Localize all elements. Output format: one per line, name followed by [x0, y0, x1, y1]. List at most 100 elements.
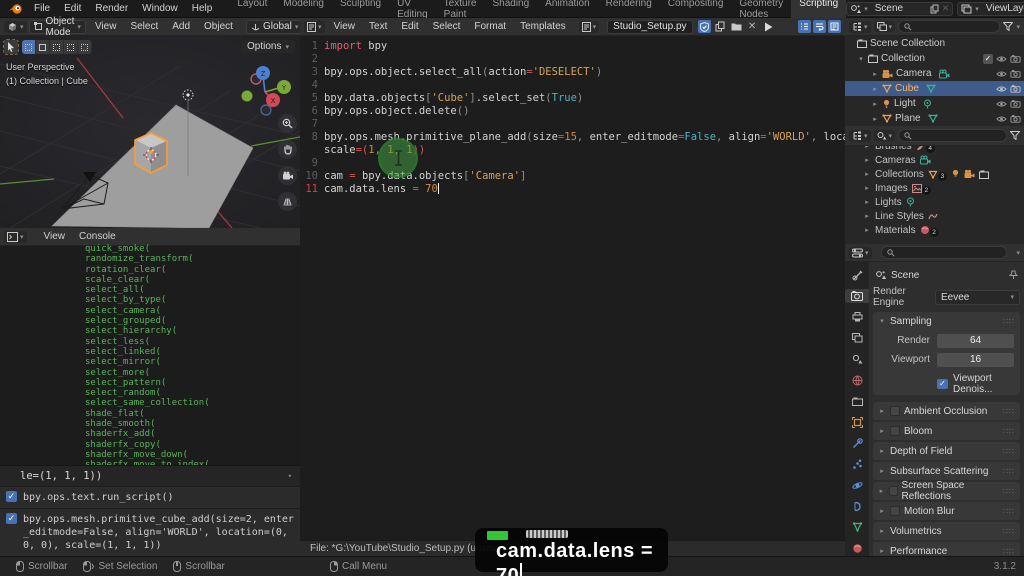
autocomplete-item[interactable]: shaderfx_move_down(: [85, 450, 300, 460]
disclosure-triangle[interactable]: ▸: [863, 170, 871, 178]
disclosure-triangle[interactable]: ▸: [871, 115, 879, 123]
select-tool-button[interactable]: [4, 40, 18, 54]
render-samples-field[interactable]: 64: [937, 334, 1014, 348]
autocomplete-item[interactable]: select_linked(: [85, 347, 300, 357]
autocomplete-item[interactable]: randomize_transform(: [85, 254, 300, 264]
report-row[interactable]: ✓ bpy.ops.mesh.primitive_cube_add(size=2…: [0, 509, 300, 556]
viewport-menu-item[interactable]: Object: [197, 20, 240, 33]
viewport-samples-field[interactable]: 16: [937, 353, 1014, 367]
autocomplete-item[interactable]: select_grouped(: [85, 316, 300, 326]
orientation-selector[interactable]: Global ▾: [246, 20, 303, 34]
panel-header[interactable]: ▸ Volumetrics ∷∷: [873, 522, 1020, 540]
properties-search[interactable]: [881, 246, 1008, 259]
disclosure-triangle[interactable]: ▾: [857, 55, 865, 63]
outliner-row-camera[interactable]: ▸ Camera: [845, 66, 1024, 81]
blendfile-row-collections[interactable]: ▸ Collections 3: [845, 167, 1024, 181]
code-line[interactable]: 7: [300, 118, 845, 131]
code-line[interactable]: 1 import bpy: [300, 40, 845, 53]
toggle-perspective-icon[interactable]: [278, 192, 297, 211]
autocomplete-item[interactable]: quick_smoke(: [85, 244, 300, 254]
outliner-row-cube[interactable]: ▸ Cube: [845, 81, 1024, 96]
drag-grip-icon[interactable]: ∷∷: [1003, 467, 1015, 476]
editor-type-selector[interactable]: ▾: [4, 21, 27, 33]
autocomplete-item[interactable]: select_less(: [85, 337, 300, 347]
console-input-tail[interactable]: le=(1, 1, 1)) ▾: [0, 465, 300, 486]
console-body[interactable]: quick_smoke(randomize_transform(rotation…: [0, 246, 300, 556]
topbar-menu-item[interactable]: Render: [88, 2, 135, 15]
autocomplete-item[interactable]: scale_clear(: [85, 275, 300, 285]
blendfile-row-materials[interactable]: ▸ Materials 2: [845, 223, 1024, 237]
editor-type-selector[interactable]: ▾: [4, 231, 27, 243]
code-line[interactable]: 2: [300, 53, 845, 66]
copy-icon[interactable]: [930, 4, 939, 14]
tab-viewlayer[interactable]: [845, 331, 869, 345]
topbar-menu-item[interactable]: Edit: [57, 2, 88, 15]
console-menu-item[interactable]: View: [37, 230, 73, 243]
text-menu-item[interactable]: Edit: [394, 20, 425, 33]
text-menu-item[interactable]: Format: [467, 20, 513, 33]
autocomplete-item[interactable]: rotation_clear(: [85, 265, 300, 275]
code-line[interactable]: 5 bpy.data.objects['Cube'].select_set(Tr…: [300, 92, 845, 105]
blendfile-row-lights[interactable]: ▸ Lights: [845, 195, 1024, 209]
disclosure-triangle[interactable]: ▸: [871, 85, 879, 93]
select-box-mode-button[interactable]: [22, 40, 36, 54]
blendfile-filter-mode[interactable]: ▾: [874, 130, 896, 141]
pan-hand-icon[interactable]: [278, 140, 297, 159]
folder-open-icon[interactable]: [730, 20, 743, 33]
outliner-row-plane[interactable]: ▸ Plane: [845, 111, 1024, 126]
eye-icon[interactable]: [996, 115, 1007, 123]
blender-logo-icon[interactable]: [8, 3, 23, 15]
autocomplete-item[interactable]: shaderfx_add(: [85, 429, 300, 439]
properties-editor-icon-button[interactable]: ▾: [849, 247, 872, 259]
zoom-icon[interactable]: [278, 114, 297, 133]
denoise-checkbox[interactable]: ✓: [937, 379, 948, 389]
mode-selector[interactable]: Object Mode ▾: [29, 20, 86, 34]
autocomplete-item[interactable]: select_all(: [85, 285, 300, 295]
outliner-filter-type[interactable]: ▾: [874, 21, 896, 32]
text-menu-item[interactable]: Templates: [513, 20, 573, 33]
render-engine-select[interactable]: Eevee ▾: [935, 290, 1020, 305]
eye-icon[interactable]: [996, 85, 1007, 93]
drag-grip-icon[interactable]: ∷∷: [1003, 547, 1015, 556]
select-extend-mode-button[interactable]: [36, 40, 50, 54]
autocomplete-item[interactable]: select_camera(: [85, 306, 300, 316]
text-menu-item[interactable]: Select: [426, 20, 468, 33]
panel-header[interactable]: ▸ Bloom ∷∷: [873, 422, 1020, 440]
disclosure-triangle[interactable]: ▸: [871, 70, 879, 78]
tab-physics[interactable]: [845, 478, 869, 492]
tab-world[interactable]: [845, 373, 869, 387]
code-line[interactable]: 4: [300, 79, 845, 92]
blendfile-row-cameras[interactable]: ▸ Cameras: [845, 153, 1024, 167]
eye-icon[interactable]: [996, 70, 1007, 78]
autocomplete-item[interactable]: select_hierarchy(: [85, 326, 300, 336]
tab-render[interactable]: [845, 289, 869, 303]
camera-view-icon[interactable]: [278, 166, 297, 185]
blendfile-row-linestyles[interactable]: ▸ Line Styles: [845, 209, 1024, 223]
axis-y-neg[interactable]: [242, 91, 253, 102]
disclosure-triangle[interactable]: ▸: [863, 156, 871, 164]
panel-header[interactable]: ▸ Subsurface Scattering ∷∷: [873, 462, 1020, 480]
tab-scene[interactable]: [845, 352, 869, 366]
blendfile-row-brushes[interactable]: ▸ Brushes 4: [845, 146, 1024, 153]
panel-header[interactable]: ▸ Depth of Field ∷∷: [873, 442, 1020, 460]
close-icon[interactable]: ✕: [746, 20, 759, 33]
tab-object[interactable]: [845, 415, 869, 429]
topbar-menu-item[interactable]: Help: [185, 2, 220, 15]
render-camera-icon[interactable]: [1010, 54, 1021, 63]
drag-grip-icon[interactable]: ∷∷: [1003, 527, 1015, 536]
disclosure-triangle[interactable]: ▸: [863, 212, 871, 220]
autocomplete-item[interactable]: shaderfx_copy(: [85, 440, 300, 450]
eye-icon[interactable]: [996, 100, 1007, 108]
syntax-highlight-toggle-icon[interactable]: [828, 20, 841, 33]
tab-collection[interactable]: [845, 394, 869, 408]
outliner-display-mode[interactable]: ▾: [849, 21, 871, 33]
autocomplete-item[interactable]: select_mirror(: [85, 357, 300, 367]
filter-icon[interactable]: [1010, 131, 1020, 140]
render-camera-icon[interactable]: [1010, 84, 1021, 93]
blendfile-search[interactable]: [898, 129, 1007, 142]
tab-constraints[interactable]: [845, 499, 869, 513]
editor-type-selector[interactable]: ▾: [304, 21, 325, 33]
autocomplete-item[interactable]: select_pattern(: [85, 378, 300, 388]
blendfile-display-mode[interactable]: ▾: [849, 130, 871, 142]
filename-field[interactable]: Studio_Setup.py: [607, 20, 692, 34]
